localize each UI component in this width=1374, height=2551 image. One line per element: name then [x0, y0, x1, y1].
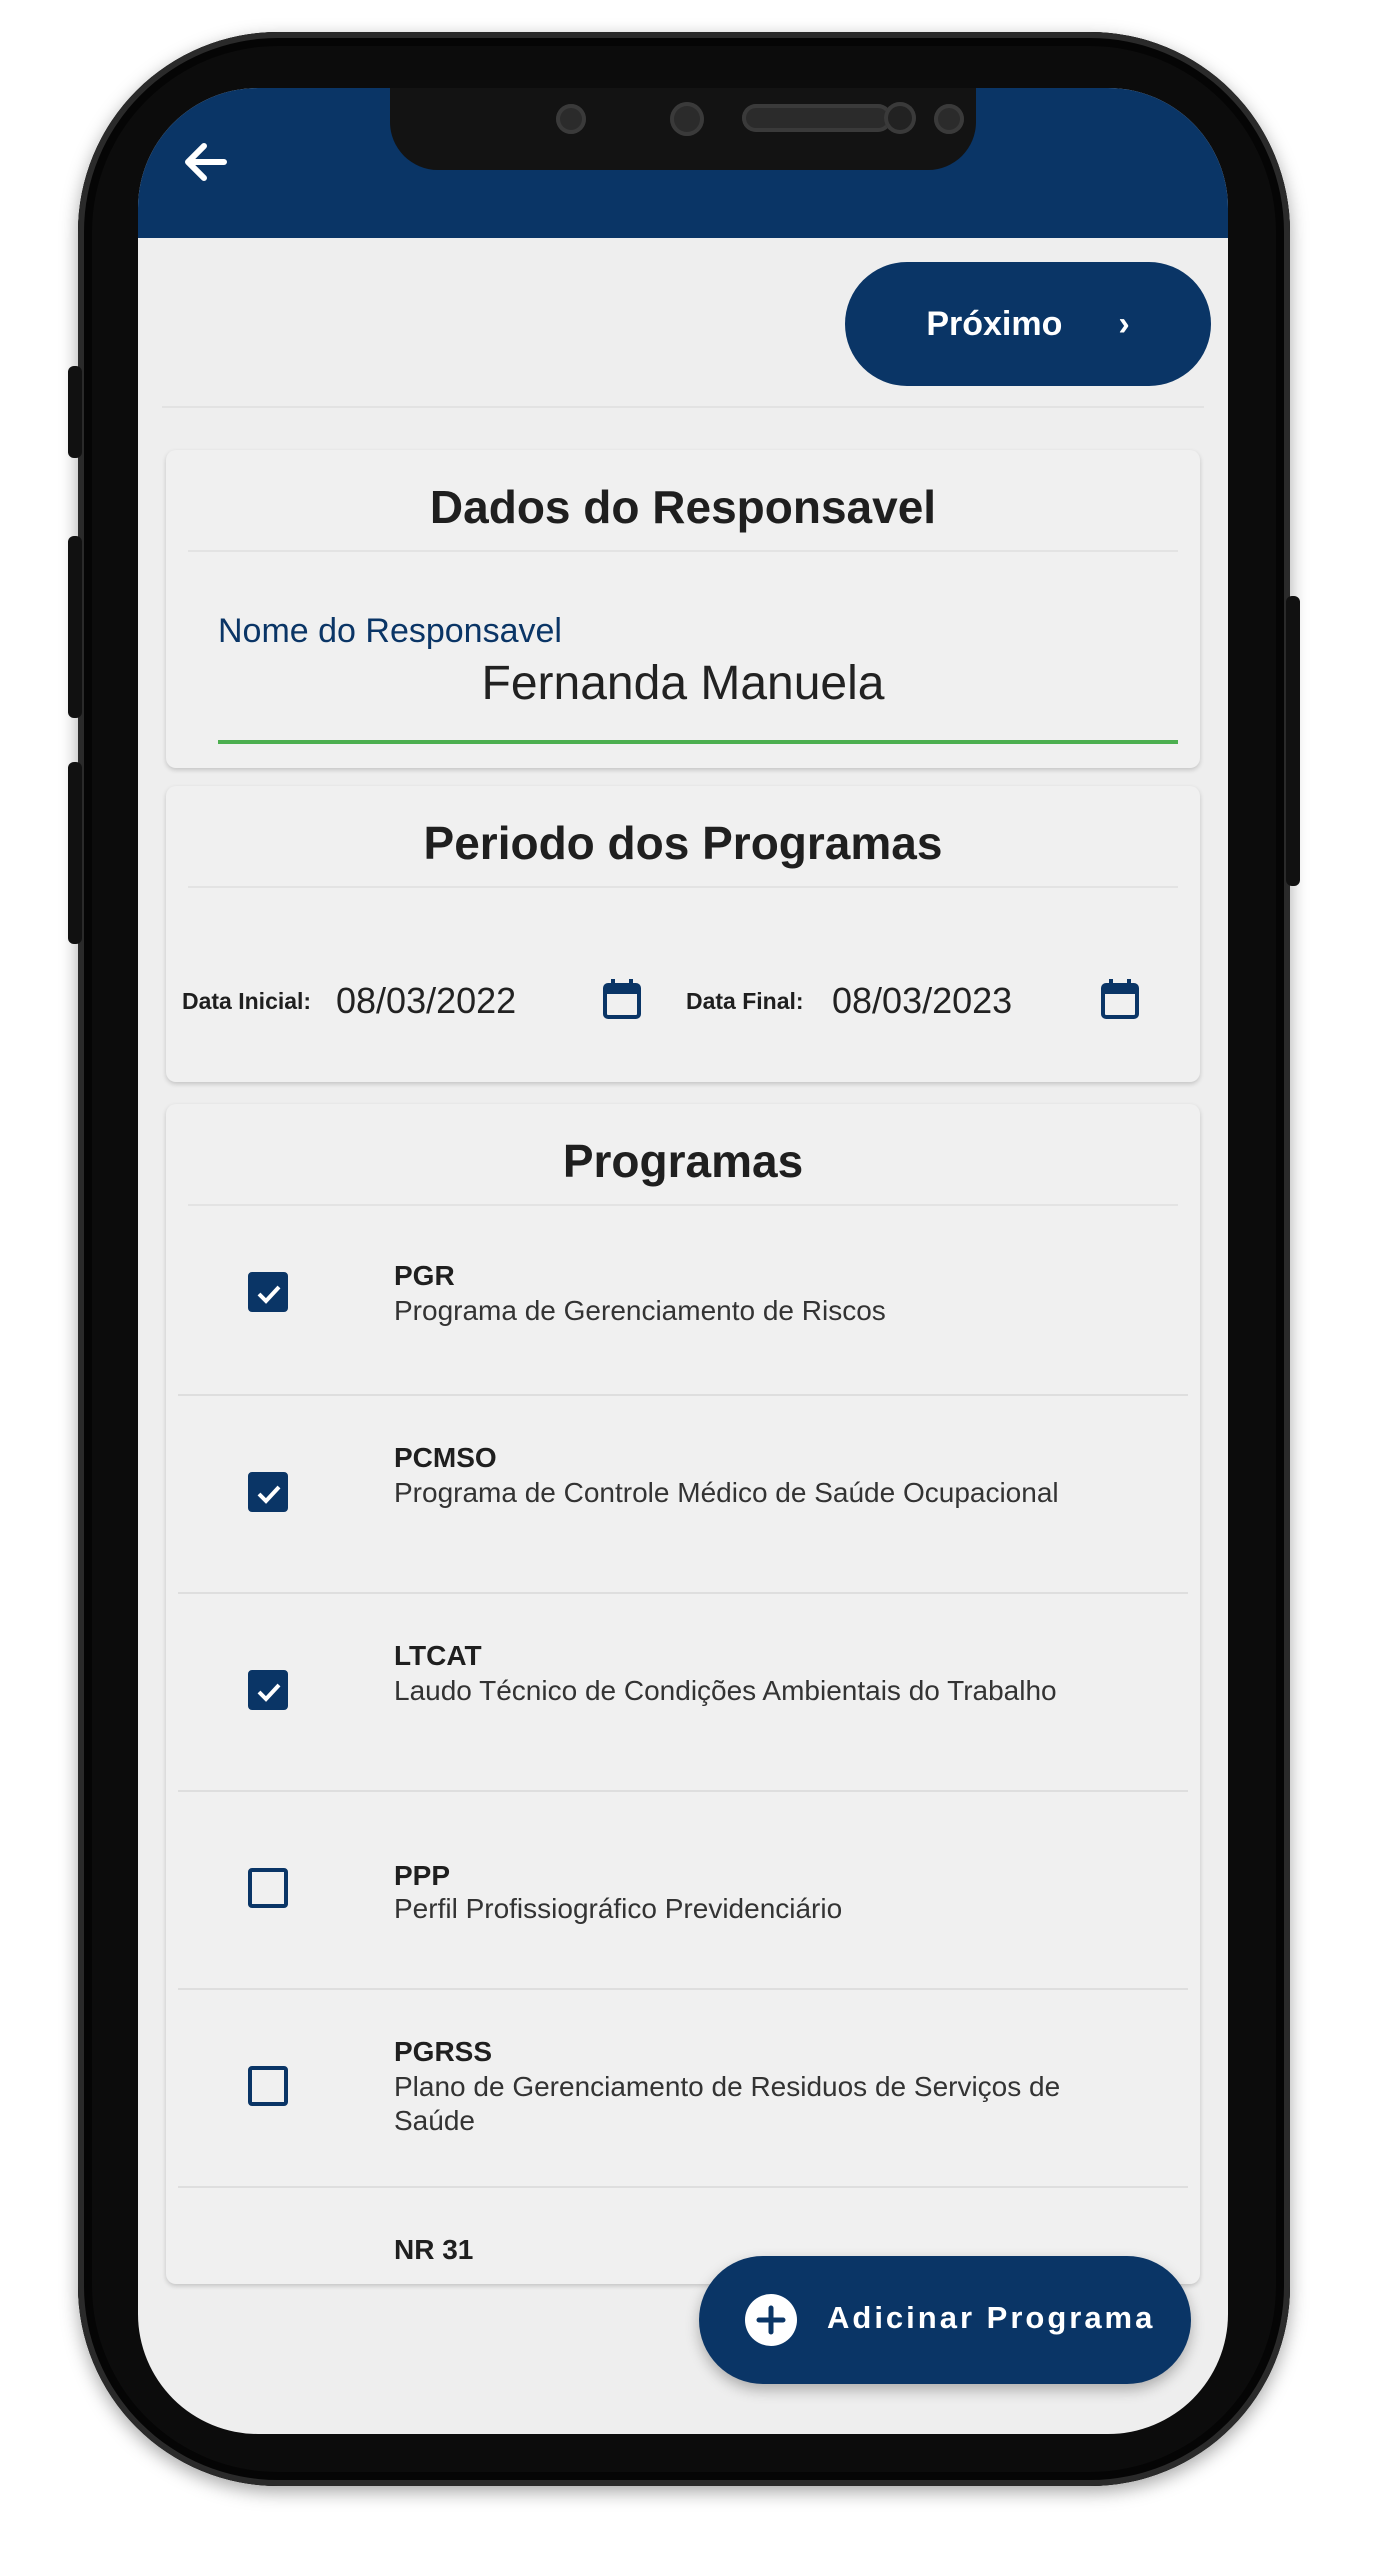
program-list-item[interactable]: PCMSO Programa de Controle Médico de Saú… [178, 1396, 1188, 1592]
program-list-item[interactable]: PGRSS Plano de Gerenciamento de Residuos… [178, 1990, 1188, 2186]
phone-volume-down-button [68, 762, 82, 944]
phone-volume-up-button [68, 536, 82, 718]
date-row: Data Inicial: 08/03/2022 Data Final: 08/… [166, 972, 1200, 1032]
program-code: PGR [394, 1260, 455, 1291]
programas-card: Programas PGR Programa de Gerenciamento … [166, 1104, 1200, 2284]
start-date-label: Data Inicial: [182, 988, 312, 1014]
add-program-label: Adicinar Programa [827, 2300, 1156, 2335]
calendar-icon[interactable] [1100, 978, 1140, 1020]
program-checkbox[interactable] [248, 1272, 288, 1312]
phone-power-button [1286, 596, 1300, 886]
program-list-item[interactable]: LTCAT Laudo Técnico de Condições Ambient… [178, 1594, 1188, 1790]
sensor [934, 104, 964, 134]
app-screen: Próximo › Dados do Responsavel Nome do R… [138, 88, 1228, 2434]
chevron-right-icon: › [1118, 304, 1130, 343]
plus-circle-icon [745, 2294, 797, 2346]
next-button-label: Próximo [926, 304, 1063, 343]
program-name: Laudo Técnico de Condições Ambientais do… [394, 1675, 1057, 1706]
program-code: LTCAT [394, 1640, 482, 1671]
earpiece-speaker [742, 104, 892, 132]
responsavel-field-label: Nome do Responsavel [218, 612, 562, 650]
program-checkbox[interactable] [248, 1670, 288, 1710]
program-name: Programa de Controle Médico de Saúde Ocu… [394, 1477, 1059, 1508]
program-name: Perfil Profissiográfico Previdenciário [394, 1893, 843, 1924]
program-checkbox[interactable] [248, 2066, 288, 2106]
periodo-card: Periodo dos Programas Data Inicial: 08/0… [166, 786, 1200, 1082]
arrow-left-icon [185, 143, 227, 181]
sensor [670, 102, 704, 136]
programas-title: Programas [562, 1135, 804, 1187]
program-list-item[interactable]: PGR Programa de Gerenciamento de Riscos [178, 1206, 1188, 1402]
periodo-title: Periodo dos Programas [423, 817, 943, 869]
program-code: PCMSO [394, 1442, 497, 1473]
back-button[interactable] [176, 132, 236, 192]
program-checkbox[interactable] [248, 1472, 288, 1512]
end-date-label: Data Final: [686, 988, 804, 1014]
divider [188, 550, 1178, 552]
program-checkbox[interactable] [248, 1868, 288, 1908]
responsavel-title: Dados do Responsavel [429, 481, 937, 533]
next-button[interactable]: Próximo › [845, 262, 1211, 386]
divider [188, 886, 1178, 888]
phone-volume-button [68, 366, 82, 458]
check-icon [257, 1285, 281, 1304]
start-date-input[interactable]: 08/03/2022 [336, 980, 516, 1022]
program-code: PGRSS [394, 2036, 493, 2067]
check-icon [257, 1485, 281, 1504]
front-camera [556, 104, 586, 134]
add-program-button[interactable]: Adicinar Programa [699, 2256, 1191, 2384]
responsavel-name-input[interactable]: Fernanda Manuela [166, 656, 1200, 711]
program-name: Programa de Gerenciamento de Riscos [394, 1295, 886, 1326]
program-code: NR 31 [394, 2234, 474, 2265]
camera-notch [390, 88, 976, 170]
divider [162, 406, 1204, 408]
responsavel-card: Dados do Responsavel Nome do Responsavel… [166, 450, 1200, 768]
calendar-icon[interactable] [602, 978, 642, 1020]
input-underline [218, 740, 1178, 744]
program-name: Plano de Gerenciamento de Residuos de Se… [394, 2071, 1061, 2136]
program-code: PPP [394, 1860, 451, 1891]
check-icon [257, 1683, 281, 1702]
end-date-input[interactable]: 08/03/2023 [832, 980, 1012, 1022]
sensor [884, 102, 916, 134]
program-list-item[interactable]: PPP Perfil Profissiográfico Previdenciár… [178, 1792, 1188, 1988]
